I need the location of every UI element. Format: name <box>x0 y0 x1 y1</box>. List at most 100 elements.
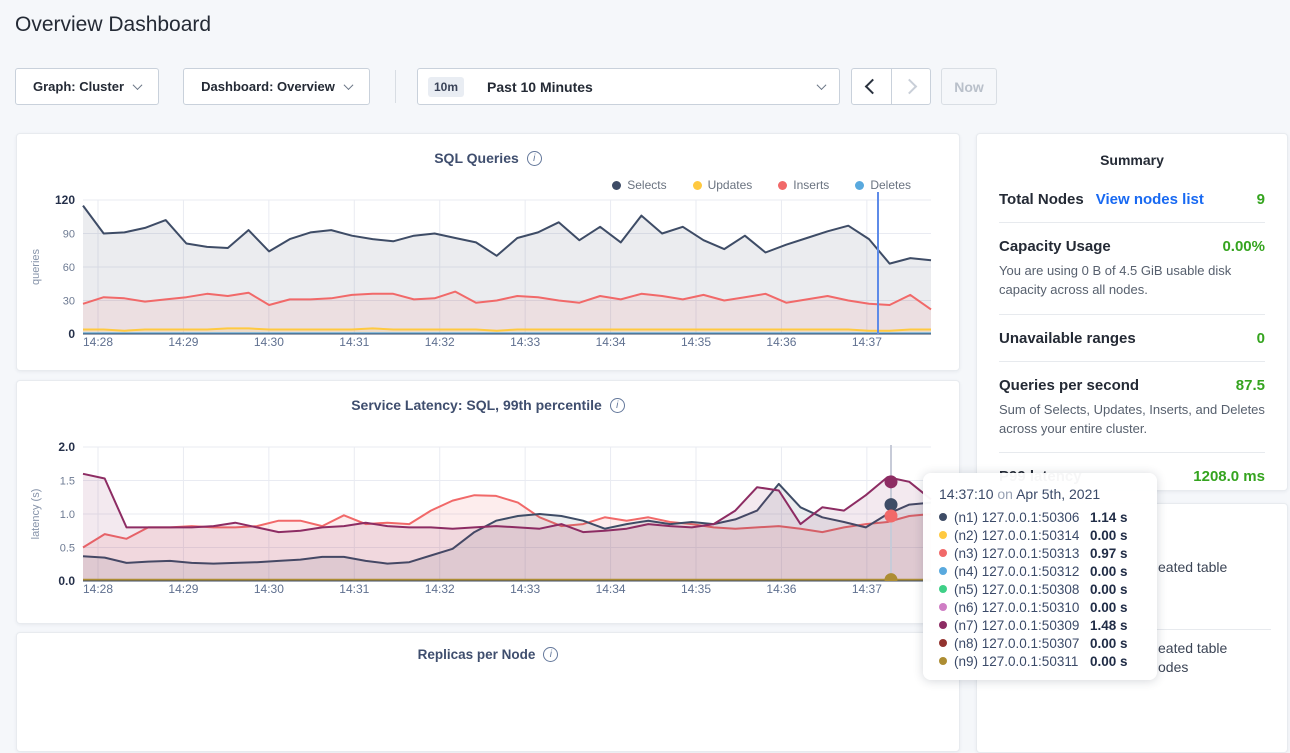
service-latency-chart[interactable]: 14:2814:2914:3014:3114:3214:3314:3414:35… <box>17 381 959 623</box>
tooltip-node-value: 0.00 s <box>1090 636 1128 651</box>
svg-text:60: 60 <box>63 262 75 274</box>
svg-text:0.5: 0.5 <box>60 543 75 555</box>
tooltip-node-label: (n8) 127.0.0.1:50307 <box>954 636 1090 651</box>
view-nodes-list-link[interactable]: View nodes list <box>1096 191 1204 208</box>
chevron-down-icon <box>343 80 353 90</box>
summary-row-total-nodes: Total Nodes View nodes list 9 <box>999 176 1265 222</box>
replicas-per-node-title: Replicas per Node <box>418 647 536 662</box>
summary-value: 0.00% <box>1222 238 1265 255</box>
tooltip-node-label: (n7) 127.0.0.1:50309 <box>954 618 1090 633</box>
tooltip-row: (n1) 127.0.0.1:503061.14 s <box>939 508 1141 526</box>
tooltip-node-label: (n5) 127.0.0.1:50308 <box>954 582 1090 597</box>
info-icon[interactable] <box>527 151 542 166</box>
series-dot-icon <box>939 585 947 593</box>
tooltip-node-value: 0.97 s <box>1090 546 1128 561</box>
svg-text:14:33: 14:33 <box>510 335 540 349</box>
tooltip-node-label: (n9) 127.0.0.1:50311 <box>954 654 1090 669</box>
replicas-per-node-card: Replicas per Node <box>16 632 960 752</box>
chevron-right-icon <box>901 79 917 95</box>
sql-queries-title: SQL Queries <box>434 150 519 166</box>
svg-text:14:28: 14:28 <box>83 582 113 596</box>
legend-label: Updates <box>708 178 753 192</box>
tooltip-row: (n4) 127.0.0.1:503120.00 s <box>939 562 1141 580</box>
series-dot-icon <box>939 639 947 647</box>
legend-label: Selects <box>627 178 666 192</box>
svg-text:2.0: 2.0 <box>58 440 75 454</box>
time-next-button[interactable] <box>891 69 931 104</box>
legend-item-updates[interactable]: Updates <box>693 178 753 192</box>
svg-text:0.0: 0.0 <box>58 574 75 588</box>
tooltip-row: (n9) 127.0.0.1:503110.00 s <box>939 652 1141 670</box>
svg-text:14:37: 14:37 <box>852 582 882 596</box>
time-range-badge: 10m <box>428 77 464 97</box>
svg-text:14:37: 14:37 <box>852 335 882 349</box>
summary-row-capacity-usage: Capacity Usage 0.00% You are using 0 B of … <box>999 222 1265 314</box>
svg-text:14:34: 14:34 <box>596 335 626 349</box>
summary-label: Capacity Usage <box>999 238 1111 255</box>
series-dot-icon <box>939 513 947 521</box>
summary-label: Unavailable ranges <box>999 330 1136 347</box>
sql-queries-legend: Selects Updates Inserts Deletes <box>612 178 911 192</box>
summary-subtext: You are using 0 B of 4.5 GiB usable disk… <box>999 262 1265 300</box>
summary-label: Total Nodes <box>999 191 1084 208</box>
tooltip-row: (n6) 127.0.0.1:503100.00 s <box>939 598 1141 616</box>
tooltip-node-label: (n2) 127.0.0.1:50314 <box>954 528 1090 543</box>
toolbar-divider <box>395 70 396 103</box>
tooltip-node-value: 0.00 s <box>1090 528 1128 543</box>
event-text-fragment: eated table <box>1158 640 1227 656</box>
series-dot-icon <box>939 549 947 557</box>
svg-text:14:29: 14:29 <box>168 582 198 596</box>
legend-item-inserts[interactable]: Inserts <box>778 178 829 192</box>
legend-item-deletes[interactable]: Deletes <box>855 178 911 192</box>
tooltip-row: (n8) 127.0.0.1:503070.00 s <box>939 634 1141 652</box>
legend-item-selects[interactable]: Selects <box>612 178 666 192</box>
tooltip-node-value: 0.00 s <box>1090 654 1128 669</box>
time-range-label: Past 10 Minutes <box>487 79 593 95</box>
tooltip-node-label: (n6) 127.0.0.1:50310 <box>954 600 1090 615</box>
summary-label: Queries per second <box>999 377 1139 394</box>
time-prev-button[interactable] <box>852 69 891 104</box>
svg-text:14:35: 14:35 <box>681 582 711 596</box>
svg-text:14:35: 14:35 <box>681 335 711 349</box>
tooltip-row: (n3) 127.0.0.1:503130.97 s <box>939 544 1141 562</box>
svg-text:90: 90 <box>63 229 75 241</box>
hover-tooltip: 14:37:10 on Apr 5th, 2021 (n1) 127.0.0.1… <box>923 473 1157 680</box>
summary-value: 1208.0 ms <box>1193 468 1265 485</box>
tooltip-node-label: (n4) 127.0.0.1:50312 <box>954 564 1090 579</box>
summary-heading: Summary <box>999 152 1265 168</box>
info-icon[interactable] <box>543 647 558 662</box>
tooltip-node-value: 1.48 s <box>1090 618 1128 633</box>
tooltip-node-value: 1.14 s <box>1090 510 1128 525</box>
svg-text:14:28: 14:28 <box>83 335 113 349</box>
svg-text:14:29: 14:29 <box>168 335 198 349</box>
tooltip-timestamp: 14:37:10 on Apr 5th, 2021 <box>939 486 1141 502</box>
event-text-fragment: eated table <box>1158 559 1227 575</box>
sql-queries-chart[interactable]: 14:2814:2914:3014:3114:3214:3314:3414:35… <box>17 134 959 370</box>
dashboard-dropdown[interactable]: Dashboard: Overview <box>183 68 370 105</box>
tooltip-row: (n5) 127.0.0.1:503080.00 s <box>939 580 1141 598</box>
svg-text:14:30: 14:30 <box>254 582 284 596</box>
time-range-dropdown[interactable]: 10m Past 10 Minutes <box>417 68 840 105</box>
svg-text:14:32: 14:32 <box>425 335 455 349</box>
svg-text:0: 0 <box>68 327 75 341</box>
legend-dot-icon <box>693 181 702 190</box>
tooltip-node-label: (n3) 127.0.0.1:50313 <box>954 546 1090 561</box>
chevron-down-icon <box>133 80 143 90</box>
svg-text:14:36: 14:36 <box>766 582 796 596</box>
graph-dropdown[interactable]: Graph: Cluster <box>15 68 159 105</box>
chevron-left-icon <box>865 79 881 95</box>
summary-subtext: Sum of Selects, Updates, Inserts, and De… <box>999 401 1265 439</box>
summary-value: 0 <box>1257 330 1265 347</box>
legend-dot-icon <box>612 181 621 190</box>
summary-value: 9 <box>1257 191 1265 208</box>
sql-queries-card: SQL Queries Selects Updates Inserts Deletes… <box>16 133 960 371</box>
series-dot-icon <box>939 657 947 665</box>
tooltip-row: (n2) 127.0.0.1:503140.00 s <box>939 526 1141 544</box>
now-button[interactable]: Now <box>941 68 997 105</box>
info-icon[interactable] <box>610 398 625 413</box>
tooltip-node-value: 0.00 s <box>1090 564 1128 579</box>
time-nav-group <box>851 68 931 105</box>
svg-text:1.5: 1.5 <box>60 476 75 488</box>
page-title: Overview Dashboard <box>15 13 211 37</box>
legend-label: Inserts <box>793 178 829 192</box>
